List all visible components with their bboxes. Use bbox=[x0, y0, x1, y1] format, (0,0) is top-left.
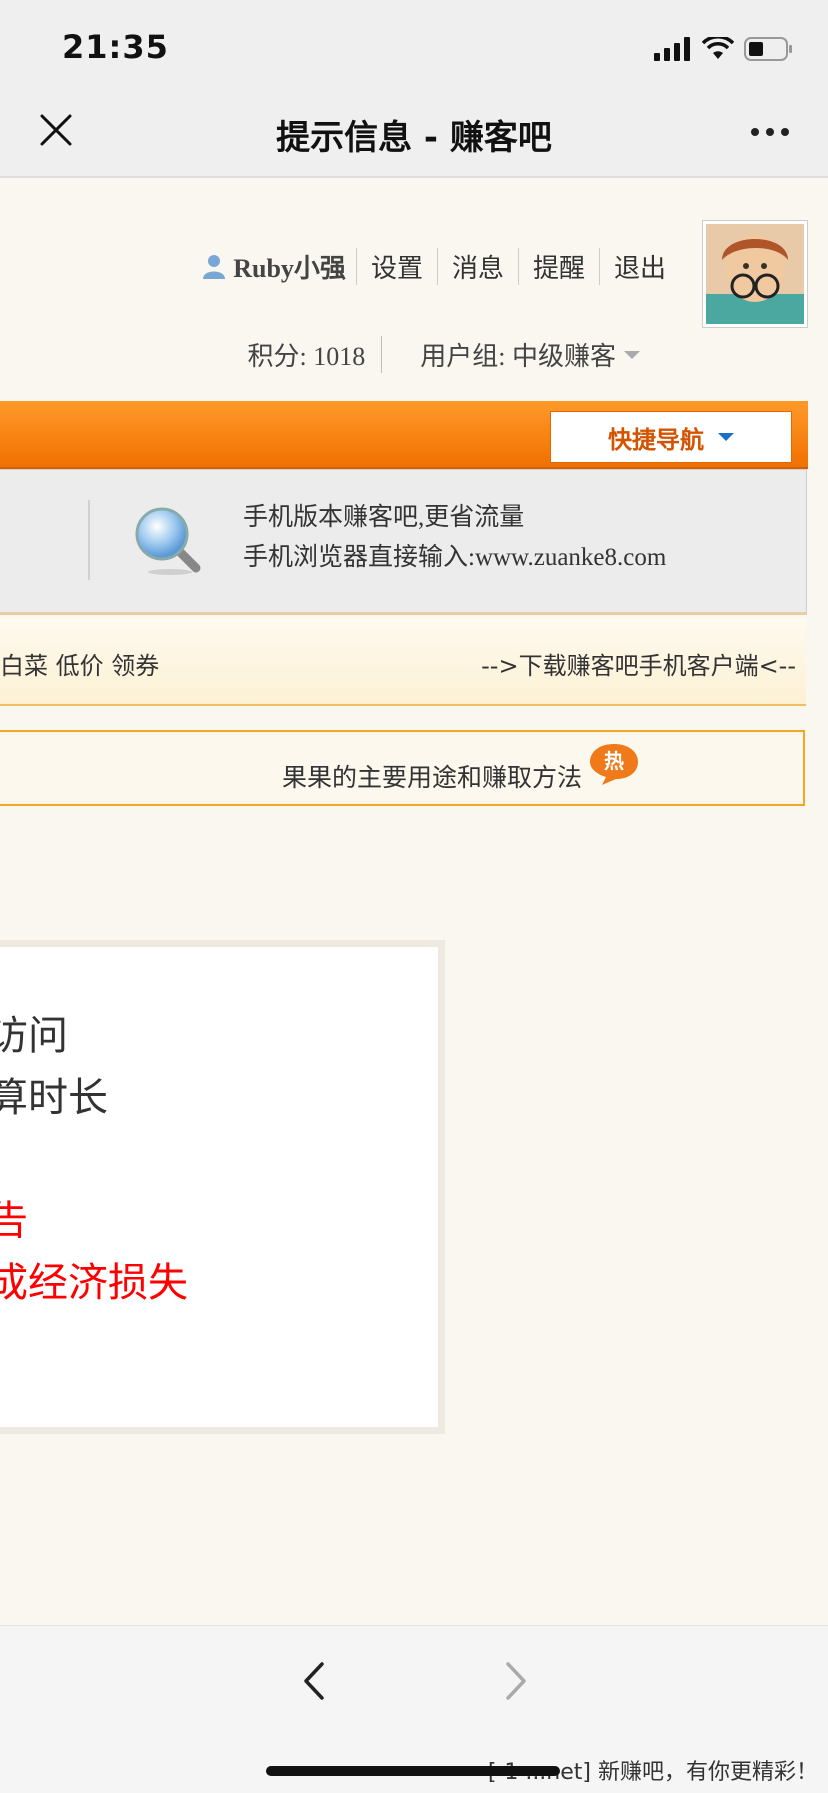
battery-icon bbox=[744, 37, 792, 61]
quick-nav-button[interactable]: 快捷导航 bbox=[550, 411, 792, 463]
home-indicator[interactable] bbox=[266, 1766, 560, 1776]
message-line-4: 成经济损失 bbox=[0, 1260, 188, 1306]
magnifier-icon bbox=[135, 507, 201, 575]
user-bar: Ruby小强 设置 消息 提醒 退出 bbox=[201, 246, 680, 286]
ticker-link-left[interactable]: 白菜 低价 领券 bbox=[0, 646, 159, 681]
logout-link[interactable]: 退出 bbox=[600, 248, 680, 285]
message-line-3: 告 bbox=[0, 1198, 28, 1244]
web-page: Ruby小强 设置 消息 提醒 退出 积分: 1018 用户组: 中级赚客 快捷… bbox=[0, 178, 810, 1624]
mobile-banner-line1: 手机版本赚客吧,更省流量 bbox=[243, 504, 525, 531]
hot-topic-bar: 果果的主要用途和赚取方法 热 bbox=[0, 730, 805, 806]
status-icons bbox=[654, 34, 794, 64]
browser-bottom-bar: [-1 ...net] 新赚吧，有你更精彩！ bbox=[0, 1625, 828, 1793]
download-app-link[interactable]: -->下载赚客吧手机客户端<-- bbox=[481, 646, 796, 681]
user-icon bbox=[203, 255, 226, 279]
user-group[interactable]: 用户组: 中级赚客 bbox=[382, 336, 640, 373]
avatar[interactable] bbox=[702, 220, 808, 328]
divider bbox=[88, 500, 90, 580]
wifi-icon bbox=[702, 37, 734, 59]
message-line-2: 算时长 bbox=[0, 1075, 108, 1121]
message-line-1: 访问 bbox=[0, 1013, 68, 1059]
forward-arrow-icon[interactable] bbox=[496, 1656, 536, 1706]
message-box: 访问 算时长 告 成经济损失 bbox=[0, 940, 445, 1434]
user-group-label: 用户组: 中级赚客 bbox=[420, 342, 616, 371]
mobile-version-banner: 手机版本赚客吧,更省流量 手机浏览器直接输入:www.zuanke8.com bbox=[0, 469, 807, 615]
ticker-bar: 白菜 低价 领券 -->下载赚客吧手机客户端<-- bbox=[0, 618, 806, 706]
caret-down-icon bbox=[718, 433, 734, 441]
back-arrow-icon[interactable] bbox=[294, 1656, 334, 1706]
avatar-photo bbox=[706, 224, 804, 324]
page-title: 提示信息 - 赚客吧 bbox=[276, 118, 552, 158]
status-bar: 21:35 bbox=[0, 0, 828, 96]
username: Ruby小强 bbox=[233, 253, 346, 283]
browser-nav-bar: 提示信息 - 赚客吧 bbox=[0, 96, 828, 178]
settings-link[interactable]: 设置 bbox=[357, 247, 438, 285]
signal-icon bbox=[654, 37, 690, 61]
caret-down-icon bbox=[624, 350, 640, 359]
messages-link[interactable]: 消息 bbox=[438, 247, 519, 285]
hot-badge-text: 热 bbox=[604, 749, 624, 773]
hot-topic-link[interactable]: 果果的主要用途和赚取方法 bbox=[282, 758, 582, 794]
mobile-banner-line2: 手机浏览器直接输入:www.zuanke8.com bbox=[243, 544, 667, 571]
reminders-link[interactable]: 提醒 bbox=[519, 247, 600, 285]
quick-nav-label: 快捷导航 bbox=[608, 425, 704, 454]
main-nav-bar: 快捷导航 bbox=[0, 401, 808, 469]
more-options-icon[interactable] bbox=[750, 126, 790, 138]
hot-badge-icon: 热 bbox=[590, 744, 638, 785]
points-bar: 积分: 1018 用户组: 中级赚客 bbox=[248, 336, 640, 373]
status-time: 21:35 bbox=[62, 28, 169, 66]
points-value: 积分: 1018 bbox=[248, 336, 383, 373]
username-link[interactable]: Ruby小强 bbox=[201, 247, 357, 285]
mobile-banner-text[interactable]: 手机版本赚客吧,更省流量 手机浏览器直接输入:www.zuanke8.com bbox=[243, 498, 666, 578]
